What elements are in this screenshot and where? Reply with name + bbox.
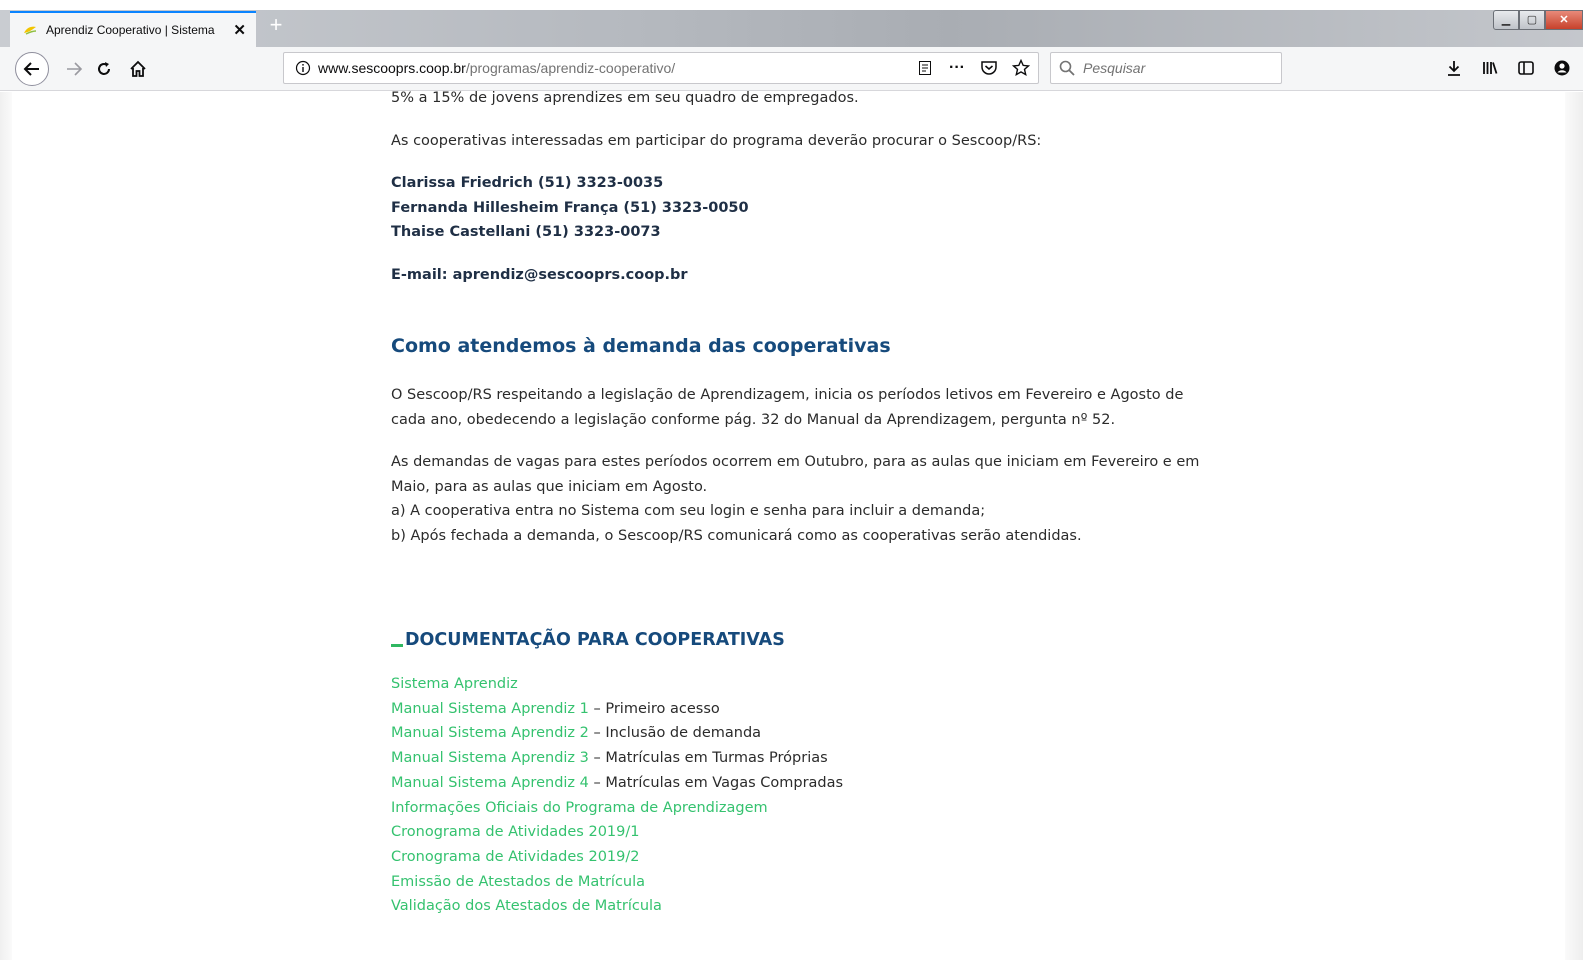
page-actions-menu-icon[interactable]: ··· (946, 57, 968, 79)
doc-link-manual-1[interactable]: Manual Sistema Aprendiz 1 (391, 701, 589, 717)
documentation-list: Sistema Aprendiz Manual Sistema Aprendiz… (391, 672, 1211, 919)
doc-link-informacoes-oficiais[interactable]: Informações Oficiais do Programa de Apre… (391, 800, 768, 816)
forward-arrow-icon (67, 62, 83, 76)
paragraph-line: a) A cooperativa entra no Sistema com se… (391, 503, 986, 519)
search-input[interactable]: Pesquisar (1050, 52, 1282, 84)
list-item: Sistema Aprendiz (391, 672, 1211, 697)
navigation-toolbar: www.sescooprs.coop.br/programas/aprendiz… (0, 47, 1583, 91)
doc-link-manual-2[interactable]: Manual Sistema Aprendiz 2 (391, 725, 589, 741)
doc-link-manual-4[interactable]: Manual Sistema Aprendiz 4 (391, 775, 589, 791)
library-icon[interactable] (1479, 57, 1501, 79)
contact-intro: As cooperativas interessadas em particip… (391, 132, 1042, 149)
list-item: Manual Sistema Aprendiz 4 – Matrículas e… (391, 771, 1211, 796)
home-button[interactable] (122, 53, 154, 85)
contact-line: Clarissa Friedrich (51) 3323-0035 (391, 175, 664, 191)
doc-link-description: – Matrículas em Vagas Compradas (588, 774, 844, 791)
site-info-icon[interactable] (288, 60, 318, 76)
documentation-heading: DOCUMENTAÇÃO PARA COOPERATIVAS (391, 630, 1211, 650)
section-heading: Como atendemos à demanda das cooperativa… (391, 335, 891, 357)
sidebar-icon[interactable] (1515, 57, 1537, 79)
doc-link-validacao-atestados[interactable]: Validação dos Atestados de Matrícula (391, 898, 662, 914)
list-item: Validação dos Atestados de Matrícula (391, 894, 1211, 919)
paragraph-line: cada ano, obedecendo a legislação confor… (391, 411, 1116, 428)
back-arrow-icon (23, 62, 39, 76)
maximize-button[interactable]: ▢ (1519, 10, 1545, 30)
contact-line: Thaise Castellani (51) 3323-0073 (391, 224, 661, 240)
search-placeholder: Pesquisar (1083, 60, 1146, 76)
browser-titlebar: Aprendiz Cooperativo | Sistema ✕ + ▁ ▢ ✕ (0, 0, 1583, 47)
paragraph-line: O Sescoop/RS respeitando a legislação de… (391, 387, 1184, 403)
url-text: www.sescooprs.coop.br/programas/aprendiz… (318, 60, 676, 76)
tab-close-icon[interactable]: ✕ (233, 21, 246, 39)
intro-text: 5% a 15% de jovens aprendizes em seu qua… (391, 90, 859, 106)
doc-link-emissao-atestados[interactable]: Emissão de Atestados de Matrícula (391, 874, 645, 890)
doc-link-sistema-aprendiz[interactable]: Sistema Aprendiz (391, 676, 518, 692)
toolbar-right (1443, 57, 1573, 79)
back-button[interactable] (15, 52, 49, 86)
reload-icon (98, 62, 110, 75)
reload-button[interactable] (88, 53, 120, 85)
favicon-icon (24, 26, 37, 35)
paragraph-line: As demandas de vagas para estes períodos… (391, 454, 1200, 470)
list-item: Cronograma de Atividades 2019/1 (391, 820, 1211, 845)
page-content: 5% a 15% de jovens aprendizes em seu qua… (391, 86, 1211, 919)
doc-link-cronograma-2019-1[interactable]: Cronograma de Atividades 2019/1 (391, 824, 639, 840)
doc-link-manual-3[interactable]: Manual Sistema Aprendiz 3 (391, 750, 589, 766)
account-icon[interactable] (1551, 57, 1573, 79)
doc-link-cronograma-2019-2[interactable]: Cronograma de Atividades 2019/2 (391, 849, 639, 865)
page-left-shadow (0, 92, 12, 960)
doc-link-description: – Matrículas em Turmas Próprias (588, 750, 828, 767)
contact-line: Fernanda Hillesheim França (51) 3323-005… (391, 199, 749, 216)
downloads-icon[interactable] (1443, 57, 1465, 79)
forward-button[interactable] (58, 53, 90, 85)
browser-tab-active[interactable]: Aprendiz Cooperativo | Sistema ✕ (10, 11, 256, 47)
minimize-button[interactable]: ▁ (1493, 10, 1519, 30)
list-item: Manual Sistema Aprendiz 2 – Inclusão de … (391, 721, 1211, 746)
paragraph-line: Maio, para as aulas que iniciam em Agost… (391, 478, 708, 495)
home-icon (130, 60, 146, 77)
new-tab-button[interactable]: + (264, 14, 288, 38)
list-item: Informações Oficiais do Programa de Apre… (391, 796, 1211, 821)
address-bar[interactable]: www.sescooprs.coop.br/programas/aprendiz… (283, 52, 1039, 84)
tab-title: Aprendiz Cooperativo | Sistema (46, 23, 215, 37)
page-right-shadow (1565, 92, 1583, 960)
reader-view-icon[interactable] (914, 57, 936, 79)
list-item: Manual Sistema Aprendiz 1 – Primeiro ace… (391, 697, 1211, 722)
list-item: Emissão de Atestados de Matrícula (391, 870, 1211, 895)
list-item: Manual Sistema Aprendiz 3 – Matrículas e… (391, 746, 1211, 771)
paragraph-line: b) Após fechada a demanda, o Sescoop/RS … (391, 527, 1082, 544)
bookmark-star-icon[interactable] (1010, 57, 1032, 79)
pocket-icon[interactable] (978, 57, 1000, 79)
close-window-button[interactable]: ✕ (1545, 10, 1583, 30)
search-icon (1059, 60, 1075, 76)
doc-link-description: – Primeiro acesso (588, 700, 720, 717)
list-item: Cronograma de Atividades 2019/2 (391, 845, 1211, 870)
window-controls: ▁ ▢ ✕ (1493, 10, 1583, 30)
contact-email: E-mail: aprendiz@sescooprs.coop.br (391, 266, 688, 283)
doc-link-description: – Inclusão de demanda (588, 725, 762, 742)
